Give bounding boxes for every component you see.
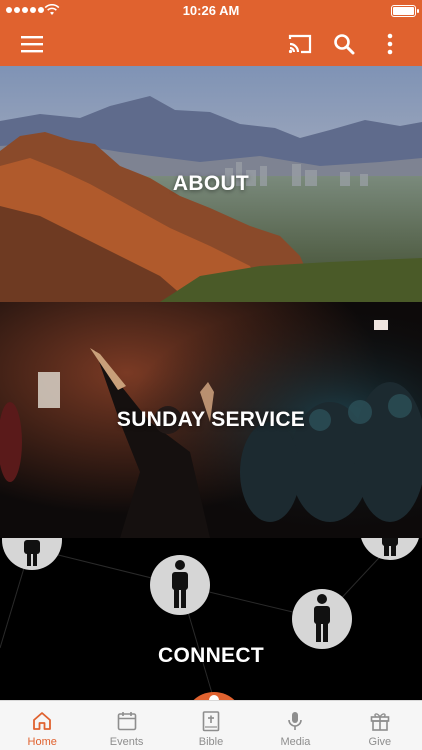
tab-media[interactable]: Media xyxy=(253,701,337,750)
sunday-service-tile[interactable]: SUNDAY SERVICE xyxy=(0,302,422,538)
status-bar: 10:26 AM xyxy=(0,0,422,22)
about-label: ABOUT xyxy=(172,172,250,195)
tab-bible-label: Bible xyxy=(198,736,224,748)
tab-bible[interactable]: Bible xyxy=(169,701,253,750)
menu-icon[interactable] xyxy=(18,30,46,58)
person-icon xyxy=(193,692,235,700)
tab-events[interactable]: Events xyxy=(84,701,168,750)
connect-tile[interactable]: CONNECT xyxy=(0,538,422,700)
connect-label: CONNECT xyxy=(158,644,264,667)
app-bar xyxy=(0,22,422,66)
microphone-icon xyxy=(288,712,303,730)
bottom-tab-bar: Home Events Bible Media Give xyxy=(0,700,422,750)
home-icon xyxy=(33,712,52,730)
person-icon xyxy=(2,538,62,570)
tab-events-label: Events xyxy=(109,736,144,748)
tab-give-label: Give xyxy=(368,736,392,748)
calendar-icon xyxy=(117,712,136,731)
sunday-service-label: SUNDAY SERVICE xyxy=(116,408,306,431)
status-time: 10:26 AM xyxy=(182,3,240,18)
gift-icon xyxy=(370,713,390,731)
tab-home[interactable]: Home xyxy=(0,701,84,750)
tab-give[interactable]: Give xyxy=(338,701,422,750)
person-icon xyxy=(292,589,352,649)
person-icon xyxy=(361,538,419,560)
tab-home-label: Home xyxy=(27,736,57,748)
battery-icon xyxy=(391,5,419,17)
more-vertical-icon[interactable] xyxy=(376,30,404,58)
cast-icon[interactable] xyxy=(286,30,314,58)
tab-media-label: Media xyxy=(280,736,311,748)
about-tile[interactable]: ABOUT xyxy=(0,66,422,302)
person-icon xyxy=(150,555,210,615)
people-network-image xyxy=(0,538,419,700)
search-icon[interactable] xyxy=(330,30,358,58)
bible-icon xyxy=(202,711,220,732)
